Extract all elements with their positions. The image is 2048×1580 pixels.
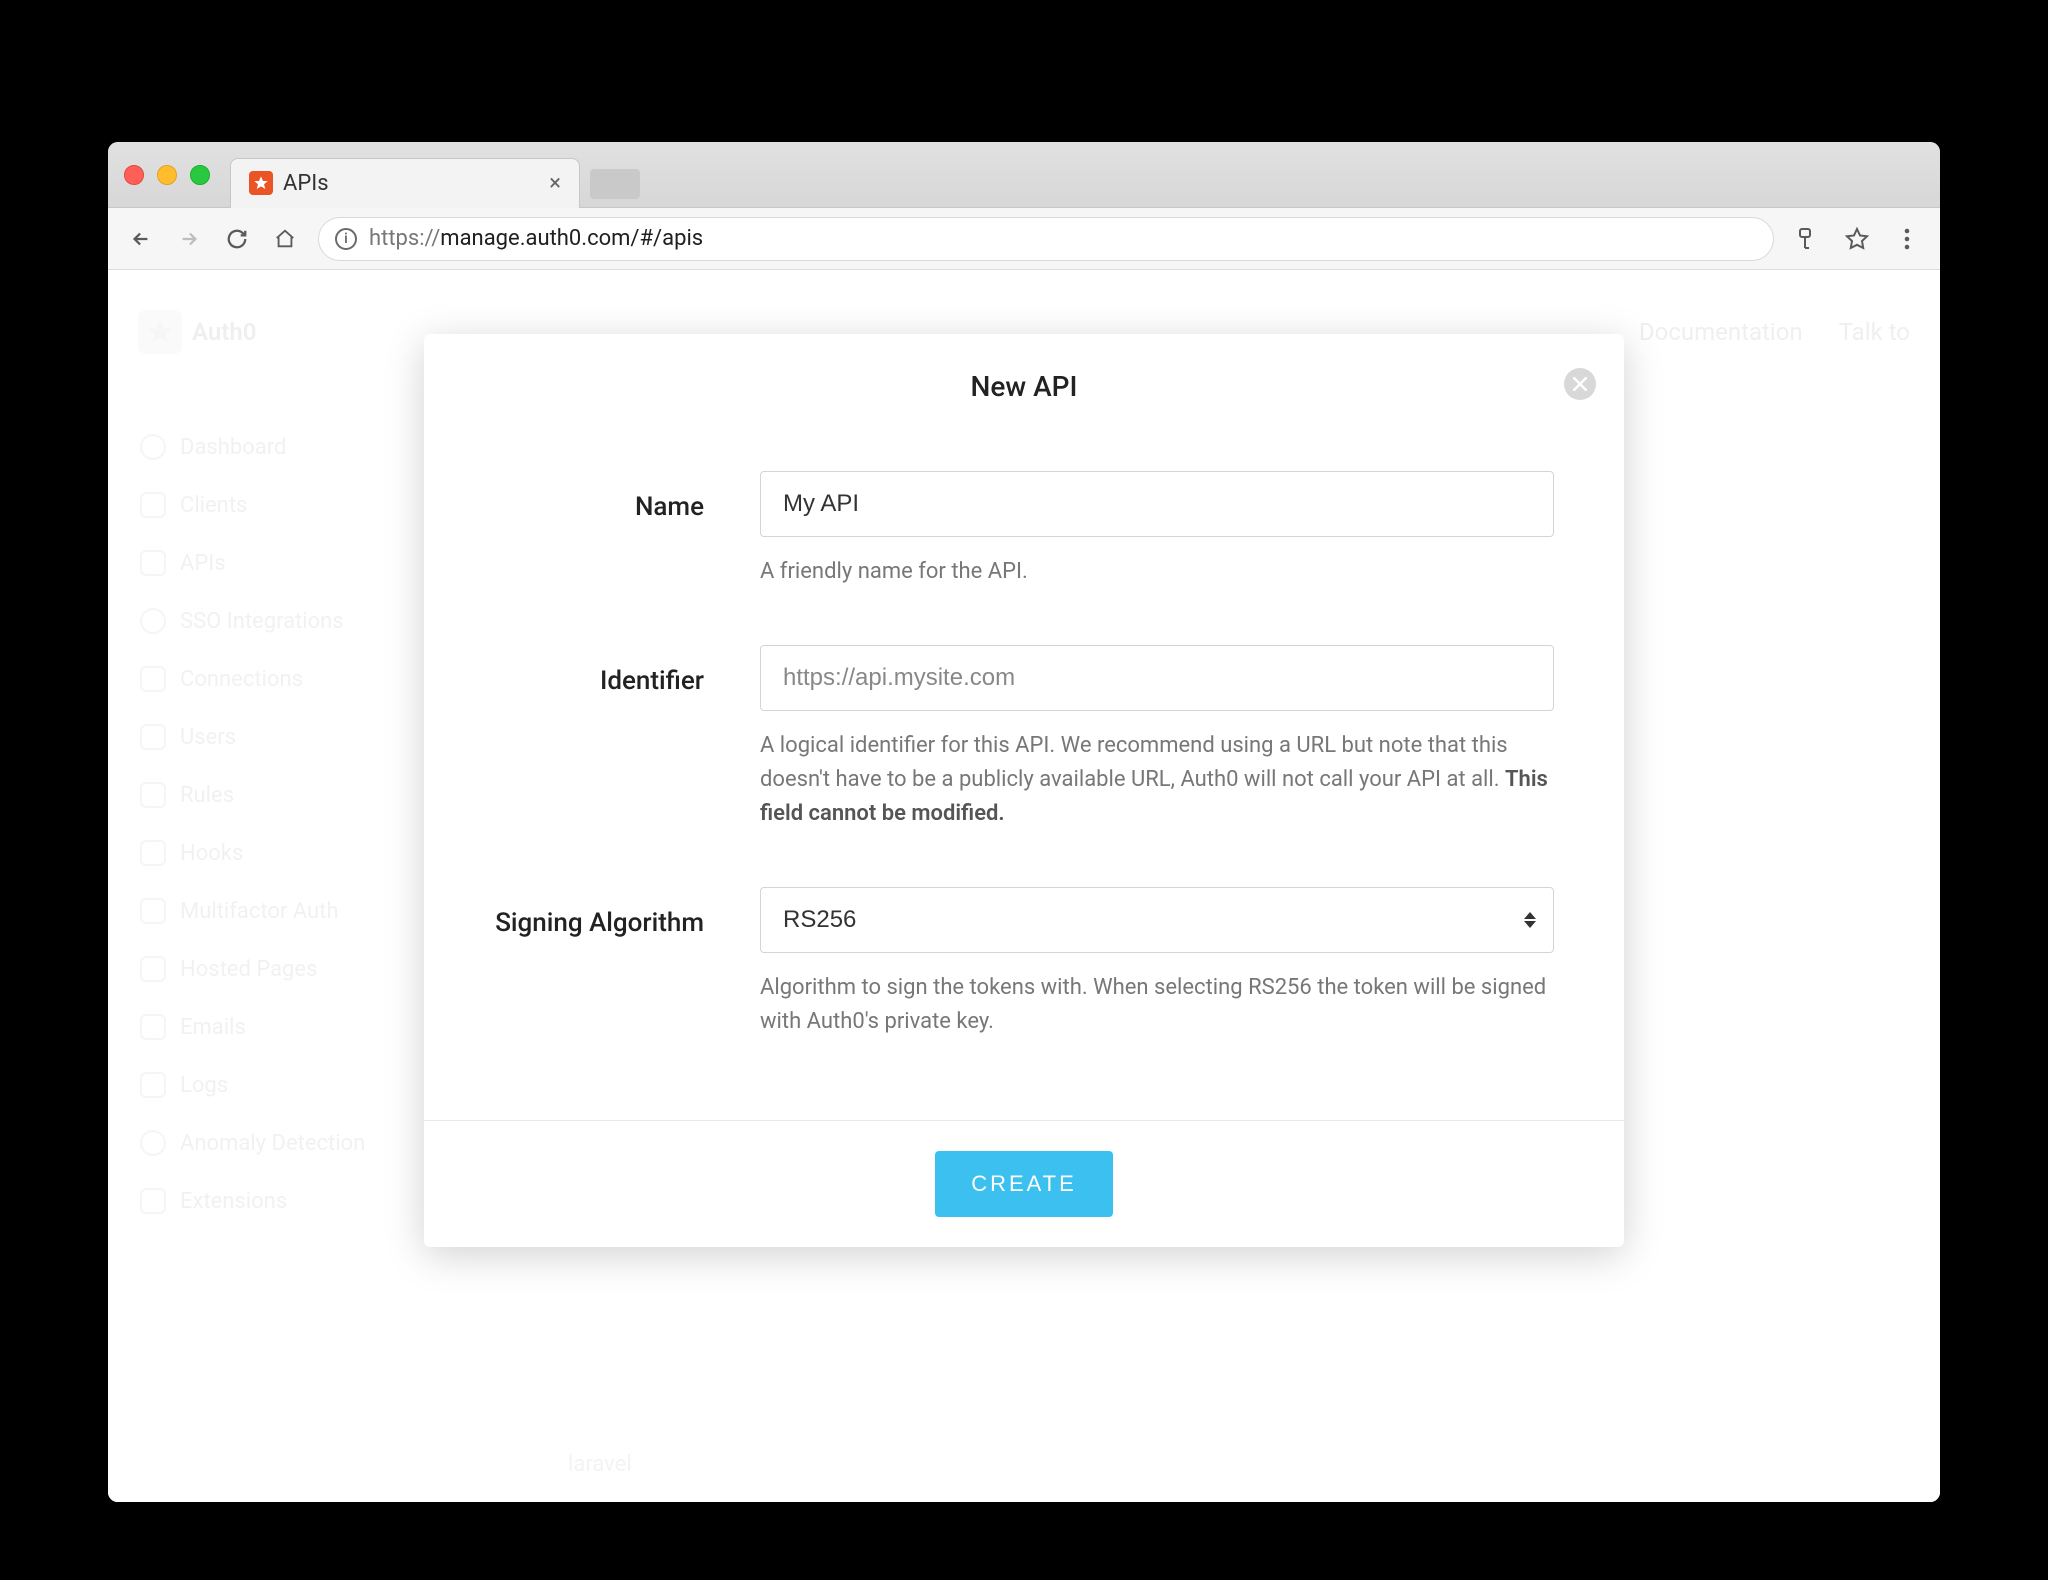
browser-tab[interactable]: APIs × <box>230 158 580 208</box>
tab-close-icon[interactable]: × <box>549 171 561 196</box>
maximize-window-icon[interactable] <box>190 165 210 185</box>
minimize-window-icon[interactable] <box>157 165 177 185</box>
page-content: Auth0 Documentation Talk to Dashboard Cl… <box>108 270 1940 1502</box>
tab-bar: APIs × <box>108 142 1940 208</box>
browser-menu-icon[interactable] <box>1892 224 1922 254</box>
modal-header: New API <box>424 334 1624 431</box>
algorithm-select[interactable] <box>760 887 1554 953</box>
home-button[interactable] <box>270 224 300 254</box>
new-tab-button[interactable] <box>590 169 640 199</box>
identifier-input[interactable] <box>760 645 1554 711</box>
save-password-icon[interactable] <box>1792 224 1822 254</box>
name-label: Name <box>494 471 704 589</box>
form-row-algorithm: Signing Algorithm Algorithm to sign the … <box>494 887 1554 1039</box>
tab-title: APIs <box>283 171 539 196</box>
identifier-label: Identifier <box>494 645 704 831</box>
forward-button[interactable] <box>174 224 204 254</box>
modal-title: New API <box>464 370 1584 403</box>
browser-toolbar: i https://manage.auth0.com/#/apis <box>108 208 1940 270</box>
algorithm-help: Algorithm to sign the tokens with. When … <box>760 971 1554 1039</box>
window-controls <box>124 165 210 185</box>
name-input[interactable] <box>760 471 1554 537</box>
browser-window: APIs × i https://manage.auth0.com/#/apis <box>108 142 1940 1502</box>
close-window-icon[interactable] <box>124 165 144 185</box>
close-icon <box>1573 377 1587 391</box>
form-row-identifier: Identifier A logical identifier for this… <box>494 645 1554 831</box>
new-api-modal: New API Name A friendly name for the API… <box>424 334 1624 1247</box>
form-row-name: Name A friendly name for the API. <box>494 471 1554 589</box>
url-text: https://manage.auth0.com/#/apis <box>369 226 703 251</box>
site-info-icon[interactable]: i <box>335 228 357 250</box>
back-button[interactable] <box>126 224 156 254</box>
bookmark-star-icon[interactable] <box>1842 224 1872 254</box>
reload-button[interactable] <box>222 224 252 254</box>
name-help: A friendly name for the API. <box>760 555 1554 589</box>
create-button[interactable]: CREATE <box>935 1151 1113 1217</box>
algorithm-label: Signing Algorithm <box>494 887 704 1039</box>
identifier-help: A logical identifier for this API. We re… <box>760 729 1554 831</box>
auth0-favicon-icon <box>249 171 273 195</box>
address-bar[interactable]: i https://manage.auth0.com/#/apis <box>318 217 1774 261</box>
modal-footer: CREATE <box>424 1120 1624 1247</box>
modal-close-button[interactable] <box>1564 368 1596 400</box>
